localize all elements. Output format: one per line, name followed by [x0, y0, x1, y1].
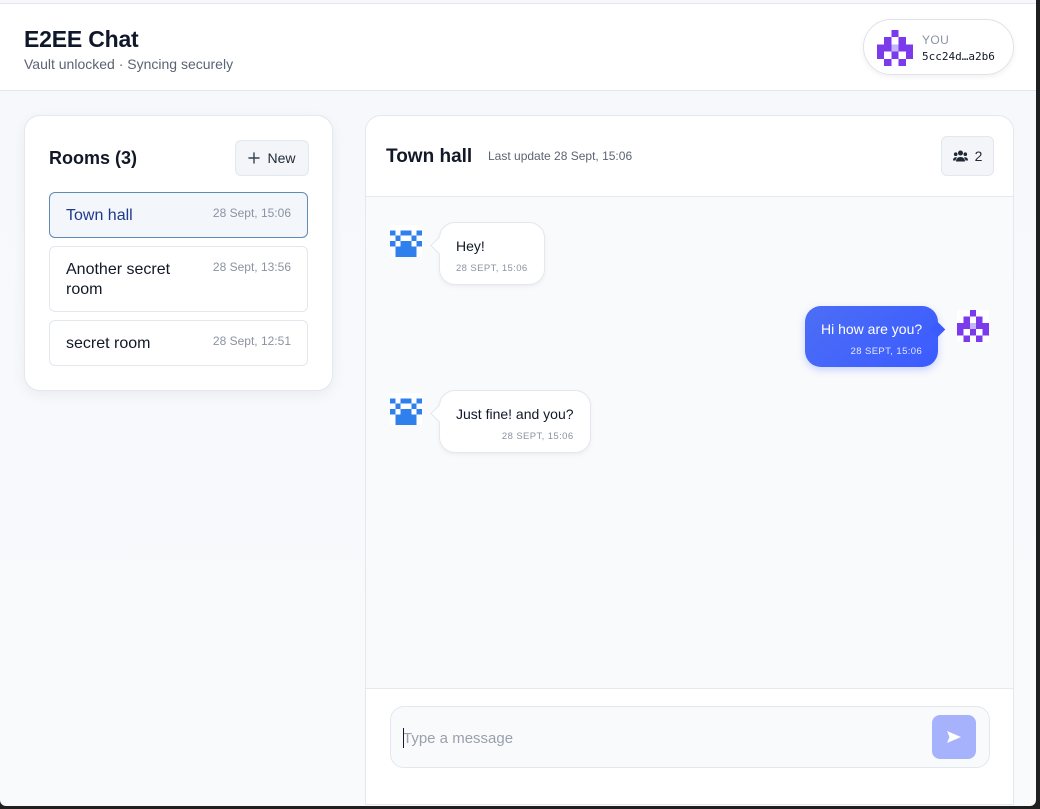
room-item-town-hall[interactable]: Town hall 28 Sept, 15:06: [49, 192, 308, 238]
message-time: 28 SEPT, 15:06: [501, 431, 574, 442]
plus-icon: [248, 152, 261, 164]
app-header: E2EE Chat Vault unlocked · Syncing secur…: [0, 3, 1036, 91]
room-time: 28 Sept, 12:51: [212, 334, 291, 348]
members-button[interactable]: 2: [941, 136, 994, 176]
chat-panel: Town hall Last update 28 Sept, 15:06 2 H…: [365, 115, 1014, 805]
identicon-purple-icon: [957, 310, 989, 342]
new-room-label: New: [267, 150, 296, 166]
identicon-purple-icon: [877, 30, 913, 66]
identity-key: 5cc24d…a2b6: [922, 50, 995, 63]
identity-badge[interactable]: YOU 5cc24d…a2b6: [863, 19, 1014, 75]
message-time: 28 SEPT, 15:06: [456, 263, 528, 274]
message-bubble: Hey! 28 SEPT, 15:06: [439, 222, 545, 285]
rooms-panel: Rooms (3) New Town hall 28 Sept, 15:06 A…: [24, 115, 333, 391]
composer: [390, 706, 990, 768]
send-button[interactable]: [932, 715, 976, 759]
app-title: E2EE Chat: [24, 26, 139, 52]
new-room-button[interactable]: New: [235, 140, 309, 176]
members-count: 2: [974, 148, 983, 164]
message-bubble: Just fine! and you? 28 SEPT, 15:06: [439, 390, 591, 453]
identicon-blue-icon: [390, 225, 422, 257]
room-time: 28 Sept, 13:56: [212, 260, 291, 274]
last-update: Last update 28 Sept, 15:06: [488, 149, 633, 163]
room-name: Town hall: [66, 207, 133, 224]
message-time: 28 SEPT, 15:06: [850, 346, 923, 357]
message-list[interactable]: Hey! 28 SEPT, 15:06 Hi how are you? 28 S…: [366, 197, 1013, 688]
chat-title: Town hall: [386, 146, 473, 167]
message-input[interactable]: [403, 725, 915, 751]
send-icon: [947, 731, 961, 743]
rooms-title: Rooms (3): [49, 148, 138, 168]
identity-label: YOU: [922, 33, 950, 47]
message-text: Just fine! and you?: [456, 406, 574, 422]
chat-header: Town hall Last update 28 Sept, 15:06 2: [366, 116, 1013, 197]
app-window: E2EE Chat Vault unlocked · Syncing secur…: [0, 0, 1036, 806]
room-item-another-secret-room[interactable]: Another secret room 28 Sept, 13:56: [49, 246, 308, 312]
users-icon: [952, 150, 968, 162]
room-name: Another secret room: [66, 261, 171, 298]
room-name: secret room: [66, 335, 151, 352]
vault-status: Vault unlocked · Syncing securely: [24, 56, 234, 72]
identicon-blue-icon: [390, 393, 422, 425]
message-text: Hi how are you?: [821, 321, 923, 337]
composer-area: [366, 688, 1013, 804]
room-time: 28 Sept, 15:06: [212, 206, 291, 220]
room-item-secret-room[interactable]: secret room 28 Sept, 12:51: [49, 320, 308, 366]
message-bubble-own: Hi how are you? 28 SEPT, 15:06: [805, 306, 939, 367]
text-caret: [403, 728, 404, 748]
message-text: Hey!: [456, 238, 485, 254]
